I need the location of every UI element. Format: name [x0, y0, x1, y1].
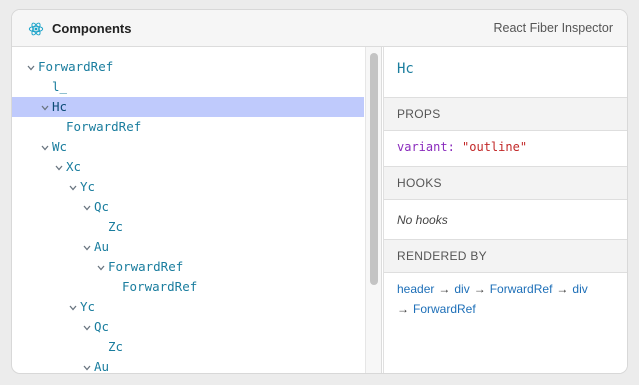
- arrow-icon: →: [556, 282, 569, 296]
- component-name: l_: [52, 79, 68, 94]
- component-name: ForwardRef: [38, 59, 114, 74]
- chevron-down-icon[interactable]: [66, 179, 80, 199]
- tree-row[interactable]: l_: [12, 77, 364, 97]
- component-name: ForwardRef: [66, 119, 142, 134]
- prop-key: variant:: [397, 140, 455, 154]
- chevron-down-icon[interactable]: [80, 319, 94, 339]
- hooks-heading: HOOKS: [397, 176, 442, 190]
- chevron-down-icon[interactable]: [24, 59, 38, 79]
- props-heading: PROPS: [397, 107, 441, 121]
- component-name: Au: [94, 239, 110, 254]
- react-atom-icon: [28, 22, 44, 36]
- chevron-down-icon[interactable]: [38, 139, 52, 159]
- component-name: Wc: [52, 139, 68, 154]
- owner-link[interactable]: header: [397, 282, 434, 296]
- tree-row[interactable]: ForwardRef: [12, 257, 364, 277]
- panel-subtitle: React Fiber Inspector: [493, 21, 614, 35]
- component-tree[interactable]: ForwardRef l_ Hc ForwardRef Wc Xc Yc Qc Zc Au Forw…: [12, 47, 364, 374]
- rendered-by-section-header: RENDERED BY: [384, 239, 627, 273]
- hooks-section-header: HOOKS: [384, 166, 627, 200]
- details-pane: Hc PROPS variant: "outline" HOOKS No hoo…: [383, 47, 627, 373]
- component-name: Zc: [108, 339, 124, 354]
- rendered-by-heading: RENDERED BY: [397, 249, 487, 263]
- chevron-down-icon[interactable]: [66, 299, 80, 319]
- component-name: Au: [94, 359, 110, 374]
- prop-value: "outline": [462, 140, 528, 154]
- tree-row[interactable]: Qc: [12, 317, 364, 337]
- tree-row[interactable]: Hc: [12, 97, 364, 117]
- tree-row[interactable]: Qc: [12, 197, 364, 217]
- owner-link[interactable]: ForwardRef: [413, 302, 476, 316]
- tree-row[interactable]: ForwardRef: [12, 117, 364, 137]
- no-hooks-text: No hooks: [397, 213, 448, 227]
- owner-link[interactable]: div: [454, 282, 469, 296]
- scrollbar-thumb[interactable]: [370, 53, 378, 285]
- tree-row[interactable]: Zc: [12, 337, 364, 357]
- tree-row[interactable]: Au: [12, 357, 364, 374]
- rendered-by-chain-line-2: → ForwardRef: [397, 302, 476, 316]
- tree-row[interactable]: Zc: [12, 217, 364, 237]
- chevron-down-icon[interactable]: [80, 359, 94, 373]
- prop-row[interactable]: variant: "outline": [397, 140, 527, 154]
- tree-row[interactable]: ForwardRef: [12, 277, 364, 297]
- component-name: Qc: [94, 319, 110, 334]
- owner-link[interactable]: div: [572, 282, 587, 296]
- component-name: ForwardRef: [108, 259, 184, 274]
- rendered-by-chain-line-1: header → div → ForwardRef → div: [397, 282, 588, 296]
- component-name: Zc: [108, 219, 124, 234]
- tree-row[interactable]: Wc: [12, 137, 364, 157]
- selected-component-name: Hc: [397, 61, 414, 77]
- component-name: Hc: [52, 99, 68, 114]
- chevron-down-icon[interactable]: [80, 239, 94, 259]
- chevron-down-icon[interactable]: [38, 99, 52, 119]
- panel-title: Components: [52, 21, 132, 36]
- owner-link[interactable]: ForwardRef: [490, 282, 553, 296]
- tree-row[interactable]: Xc: [12, 157, 364, 177]
- props-section-header: PROPS: [384, 97, 627, 131]
- tree-row[interactable]: Au: [12, 237, 364, 257]
- devtools-window: Components React Fiber Inspector Forward…: [11, 9, 628, 374]
- tree-row[interactable]: Yc: [12, 177, 364, 197]
- component-name: Yc: [80, 299, 96, 314]
- arrow-icon: →: [438, 282, 451, 296]
- tree-scrollbar[interactable]: [365, 47, 382, 373]
- tree-row[interactable]: ForwardRef: [12, 57, 364, 77]
- panel-header: Components React Fiber Inspector: [12, 10, 627, 47]
- chevron-down-icon[interactable]: [80, 199, 94, 219]
- chevron-down-icon[interactable]: [94, 259, 108, 279]
- chevron-down-icon[interactable]: [52, 159, 66, 179]
- arrow-icon: →: [473, 282, 486, 296]
- component-name: ForwardRef: [122, 279, 198, 294]
- component-name: Xc: [66, 159, 82, 174]
- arrow-icon: →: [397, 302, 409, 316]
- component-name: Qc: [94, 199, 110, 214]
- component-name: Yc: [80, 179, 96, 194]
- tree-row[interactable]: Yc: [12, 297, 364, 317]
